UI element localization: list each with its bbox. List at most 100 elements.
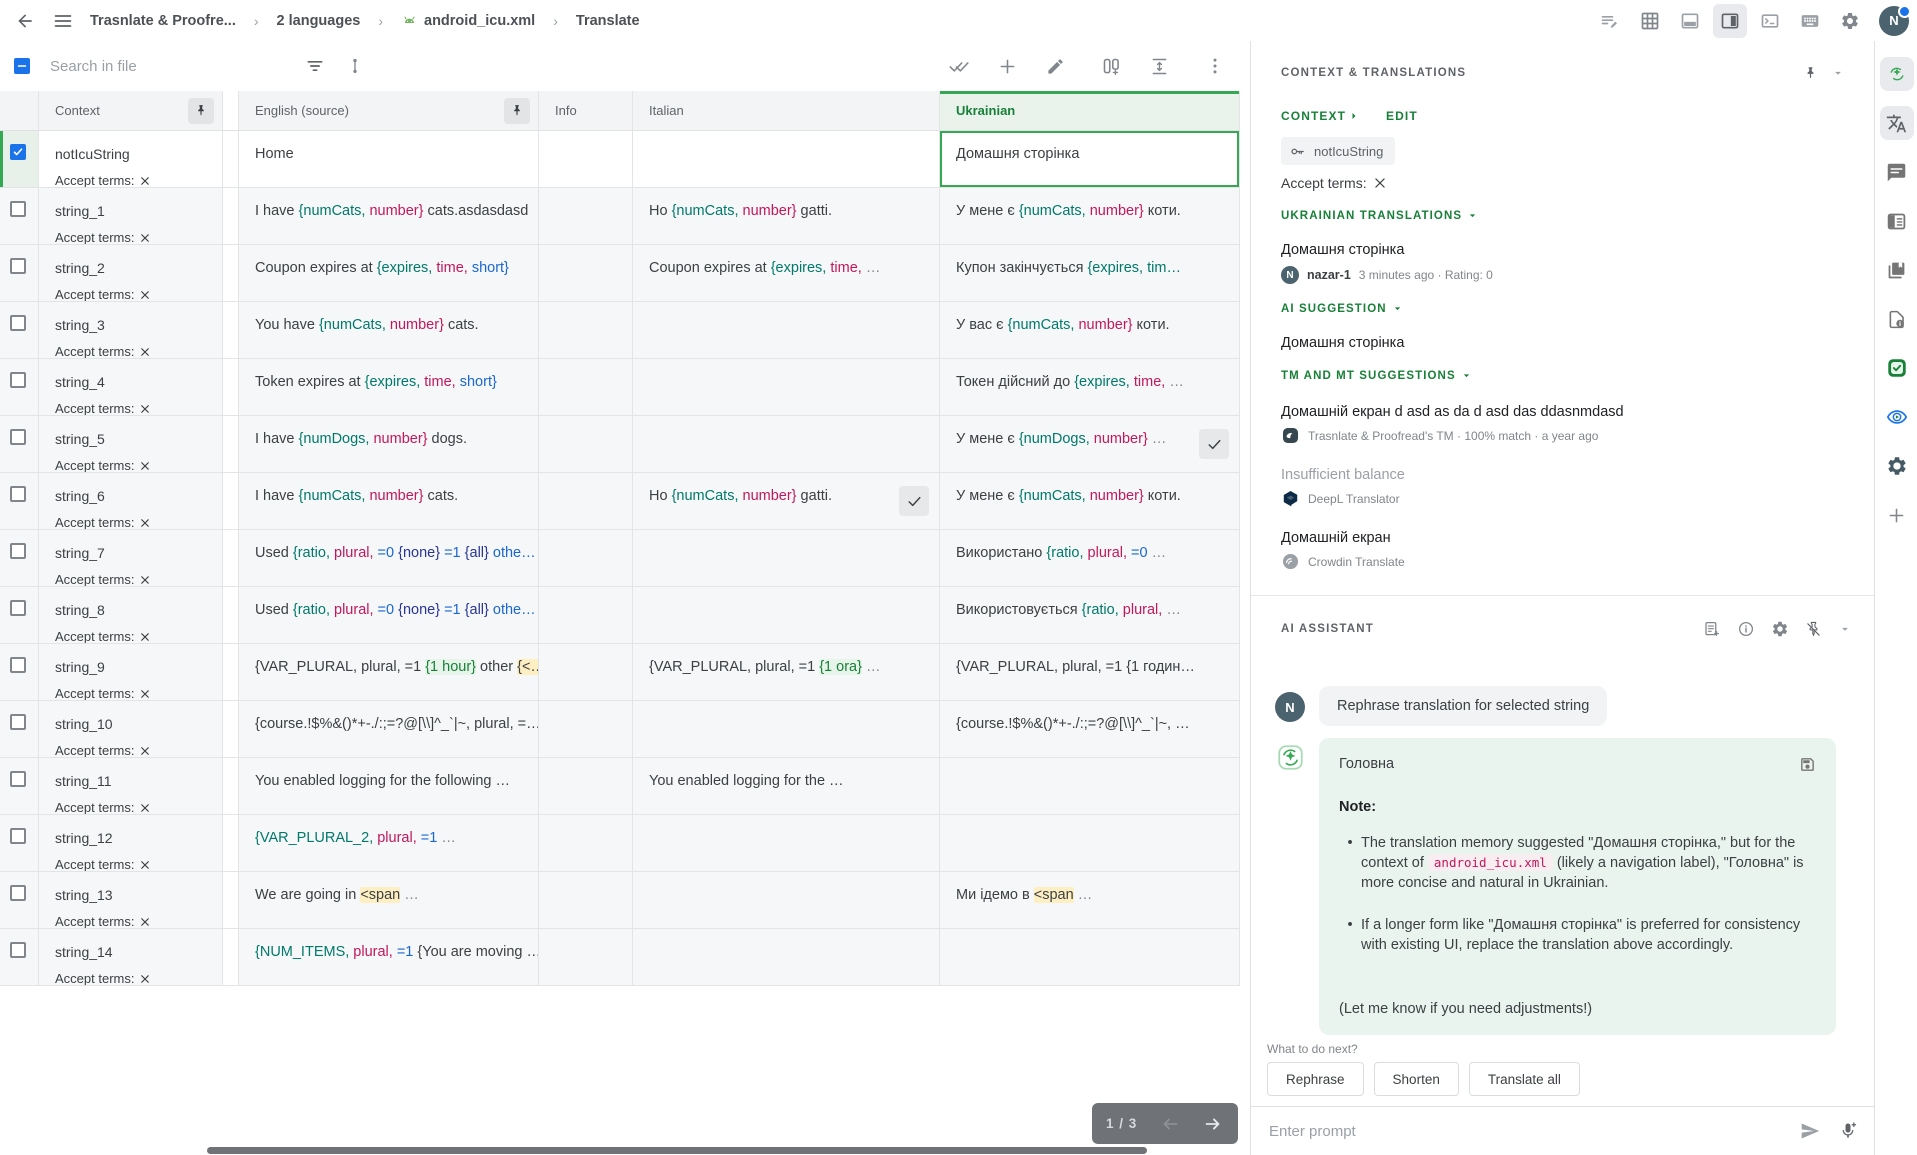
ukrainian-cell[interactable]: Ми ідемо в <span … [940,872,1240,929]
source-cell[interactable]: Used {ratio, plural, =0 {none} =1 {all} … [239,530,539,587]
context-cell[interactable]: notIcuStringAccept terms: [39,131,223,188]
italian-cell[interactable] [633,131,940,188]
filter-icon[interactable] [298,49,332,83]
context-cell[interactable]: string_11Accept terms: [39,758,223,815]
save-translation-icon[interactable] [1799,756,1816,773]
ukrainian-cell[interactable]: Токен дійсний до {expires, time, … [940,359,1240,416]
ukrainian-cell[interactable] [940,815,1240,872]
source-cell[interactable]: We are going in <span … [239,872,539,929]
pin-panel-icon[interactable] [1796,61,1824,85]
column-header-italian[interactable]: Italian [633,91,940,131]
assistant-settings-icon[interactable] [1771,620,1789,638]
pin-icon[interactable] [504,98,530,124]
context-cell[interactable]: string_14Accept terms: [39,929,223,986]
row-checkbox[interactable] [10,486,26,502]
source-cell[interactable]: Coupon expires at {expires, time, short} [239,245,539,302]
row-checkbox[interactable] [10,771,26,787]
row-checkbox[interactable] [10,201,26,217]
file-context-rail-icon[interactable] [1880,302,1914,336]
next-page-button[interactable] [1202,1113,1224,1135]
ukrainian-cell[interactable]: {course.!$%&()*+-./:;=?@[\\]^_`|~, … [940,701,1240,758]
column-header-english[interactable]: English (source) [239,91,539,131]
string-key-chip[interactable]: notIcuString [1281,137,1395,165]
info-icon[interactable] [1737,620,1755,638]
context-section-link[interactable]: CONTEXT [1281,109,1360,123]
source-cell[interactable]: Home [239,131,539,188]
new-chat-icon[interactable] [1703,620,1721,638]
row-checkbox[interactable] [10,258,26,274]
voice-input-icon[interactable] [1838,1121,1858,1141]
ukrainian-cell[interactable] [940,758,1240,815]
qa-checks-rail-icon[interactable] [1880,351,1914,385]
ukrainian-cell[interactable]: {VAR_PLURAL, plural, =1 {1 годин… [940,644,1240,701]
ukrainian-cell[interactable]: Купон закінчується {expires, tim… [940,245,1240,302]
italian-cell[interactable]: Ho {numCats, number} gatti. [633,473,940,530]
source-cell[interactable]: {NUM_ITEMS, plural, =1 {You are moving … [239,929,539,986]
menu-icon[interactable] [46,4,80,38]
italian-cell[interactable] [633,530,940,587]
row-checkbox[interactable] [10,657,26,673]
context-cell[interactable]: string_6Accept terms: [39,473,223,530]
ukrainian-cell[interactable] [940,929,1240,986]
ai-suggestion-text[interactable]: Домашня сторінка [1281,335,1844,351]
context-cell[interactable]: string_13Accept terms: [39,872,223,929]
context-cell[interactable]: string_1Accept terms: [39,188,223,245]
row-height-icon[interactable] [1142,49,1176,83]
grid-view-icon[interactable] [1633,4,1667,38]
row-checkbox[interactable] [10,372,26,388]
reader-rail-icon[interactable] [1880,204,1914,238]
italian-cell[interactable]: Coupon expires at {expires, time, … [633,245,940,302]
context-cell[interactable]: string_5Accept terms: [39,416,223,473]
ukrainian-cell[interactable]: У мене є {numCats, number} коти. [940,188,1240,245]
context-cell[interactable]: string_2Accept terms: [39,245,223,302]
italian-cell[interactable]: {VAR_PLURAL, plural, =1 {1 ora} … [633,644,940,701]
collapse-assistant-icon[interactable] [1838,622,1852,636]
breadcrumb-project[interactable]: Trasnlate & Proofre... [90,13,236,29]
row-checkbox[interactable] [10,144,26,160]
ukrainian-cell[interactable]: У мене є {numDogs, number} … [940,416,1240,473]
collapse-panel-icon[interactable] [1824,61,1852,85]
context-cell[interactable]: string_3Accept terms: [39,302,223,359]
suggestion-text[interactable]: Домашній екран [1281,530,1844,546]
row-checkbox[interactable] [10,600,26,616]
more-menu-icon[interactable] [1198,49,1232,83]
source-cell[interactable]: I have {numDogs, number} dogs. [239,416,539,473]
quick-action-translate-all[interactable]: Translate all [1469,1062,1580,1096]
pin-icon[interactable] [188,98,214,124]
ukrainian-cell[interactable]: У мене є {numCats, number} коти. [940,473,1240,530]
italian-cell[interactable] [633,416,940,473]
translate-rail-icon[interactable] [1880,106,1914,140]
row-checkbox[interactable] [10,885,26,901]
context-cell[interactable]: string_12Accept terms: [39,815,223,872]
ukrainian-cell[interactable]: Використано {ratio, plural, =0 … [940,530,1240,587]
breadcrumb-mode[interactable]: Translate [576,13,640,29]
current-translation-text[interactable]: Домашня сторінка [1281,242,1844,258]
add-tool-rail-icon[interactable] [1880,498,1914,532]
panel-right-icon[interactable] [1713,4,1747,38]
avatar[interactable]: N [1879,6,1909,36]
row-checkbox[interactable] [10,543,26,559]
custom-app-rail-icon[interactable] [1880,449,1914,483]
italian-cell[interactable] [633,701,940,758]
context-cell[interactable]: string_8Accept terms: [39,587,223,644]
breadcrumb-file[interactable]: android_icu.xml [401,12,535,29]
italian-cell[interactable] [633,815,940,872]
source-cell[interactable]: I have {numCats, number} cats.asdasdasd [239,188,539,245]
ukrainian-cell[interactable]: У вас є {numCats, number} коти. [940,302,1240,359]
row-checkbox[interactable] [10,714,26,730]
quick-action-shorten[interactable]: Shorten [1374,1062,1459,1096]
source-cell[interactable]: Token expires at {expires, time, short} [239,359,539,416]
ai-assistant-rail-icon[interactable] [1880,57,1914,91]
settings-gear-icon[interactable] [1833,4,1867,38]
reorder-handle-icon[interactable] [338,49,372,83]
horizontal-scrollbar[interactable] [207,1147,1147,1154]
console-icon[interactable] [1753,4,1787,38]
back-icon[interactable] [8,4,42,38]
preview-rail-icon[interactable] [1880,400,1914,434]
italian-cell[interactable] [633,929,940,986]
context-cell[interactable]: string_7Accept terms: [39,530,223,587]
add-column-icon[interactable] [1094,49,1128,83]
source-cell[interactable]: You enabled logging for the following … [239,758,539,815]
select-all-checkbox[interactable] [14,58,30,74]
italian-cell[interactable] [633,359,940,416]
